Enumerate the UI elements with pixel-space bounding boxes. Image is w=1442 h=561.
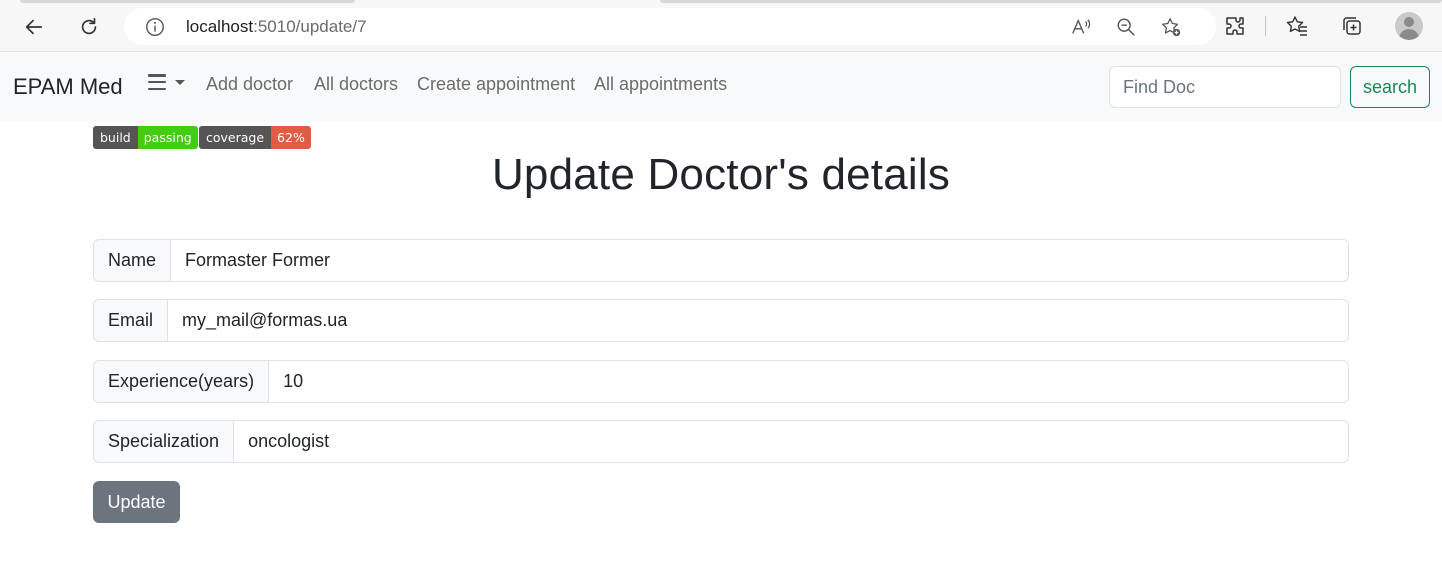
browser-toolbar: localhost:5010/update/7 [0, 0, 1442, 52]
specialization-label: Specialization [93, 420, 235, 463]
url-path: :5010/update/7 [253, 17, 367, 36]
build-badge: build passing [93, 126, 198, 149]
add-favorite-icon[interactable] [1160, 16, 1182, 38]
app-navbar: EPAM Med Add doctor All doctors Create a… [0, 52, 1442, 122]
tab-indicator [20, 0, 355, 3]
caret-down-icon [175, 79, 185, 85]
experience-input-group: Experience(years) [93, 360, 1349, 403]
badge-value: passing [137, 126, 198, 149]
tab-strip [0, 0, 1442, 3]
menu-dropdown-toggle[interactable] [148, 74, 185, 90]
update-button[interactable]: Update [93, 481, 180, 523]
read-aloud-icon[interactable] [1070, 16, 1092, 38]
nav-link-all-appointments[interactable]: All appointments [594, 74, 727, 95]
name-field[interactable] [171, 239, 1349, 282]
hamburger-icon [148, 74, 166, 90]
zoom-out-icon[interactable] [1115, 16, 1137, 38]
tab-indicator [660, 0, 1442, 3]
coverage-badge: coverage 62% [199, 126, 311, 149]
site-info-icon[interactable] [144, 16, 166, 38]
badge-value: 62% [271, 126, 311, 149]
email-field[interactable] [168, 299, 1349, 342]
navbar-brand[interactable]: EPAM Med [13, 74, 123, 100]
extensions-icon[interactable] [1223, 14, 1247, 38]
badge-label: coverage [199, 126, 272, 149]
address-bar[interactable]: localhost:5010/update/7 [124, 8, 1216, 45]
page-title: Update Doctor's details [491, 150, 951, 199]
email-input-group: Email [93, 299, 1349, 342]
search-input[interactable] [1109, 66, 1341, 108]
back-arrow-icon [25, 19, 43, 35]
search-button[interactable]: search [1350, 66, 1430, 108]
url-text[interactable]: localhost:5010/update/7 [186, 17, 367, 37]
collections-icon[interactable] [1340, 14, 1364, 38]
specialization-input-group: Specialization [93, 420, 1349, 463]
specialization-field[interactable] [234, 420, 1349, 463]
nav-link-all-doctors[interactable]: All doctors [314, 74, 398, 95]
nav-link-add-doctor[interactable]: Add doctor [206, 74, 293, 95]
url-host: localhost [186, 17, 254, 36]
experience-field[interactable] [269, 360, 1349, 403]
reload-icon [81, 17, 97, 35]
back-button[interactable] [18, 11, 50, 43]
toolbar-divider [1265, 16, 1266, 36]
avatar-body [1399, 29, 1419, 40]
profile-avatar[interactable] [1395, 12, 1423, 40]
favorites-icon[interactable] [1285, 14, 1309, 38]
name-label: Name [93, 239, 172, 282]
reload-button[interactable] [73, 11, 105, 43]
experience-label: Experience(years) [93, 360, 270, 403]
avatar-head [1404, 17, 1414, 27]
email-label: Email [93, 299, 169, 342]
name-input-group: Name [93, 239, 1349, 282]
nav-link-create-appointment[interactable]: Create appointment [417, 74, 575, 95]
badge-label: build [93, 126, 138, 149]
